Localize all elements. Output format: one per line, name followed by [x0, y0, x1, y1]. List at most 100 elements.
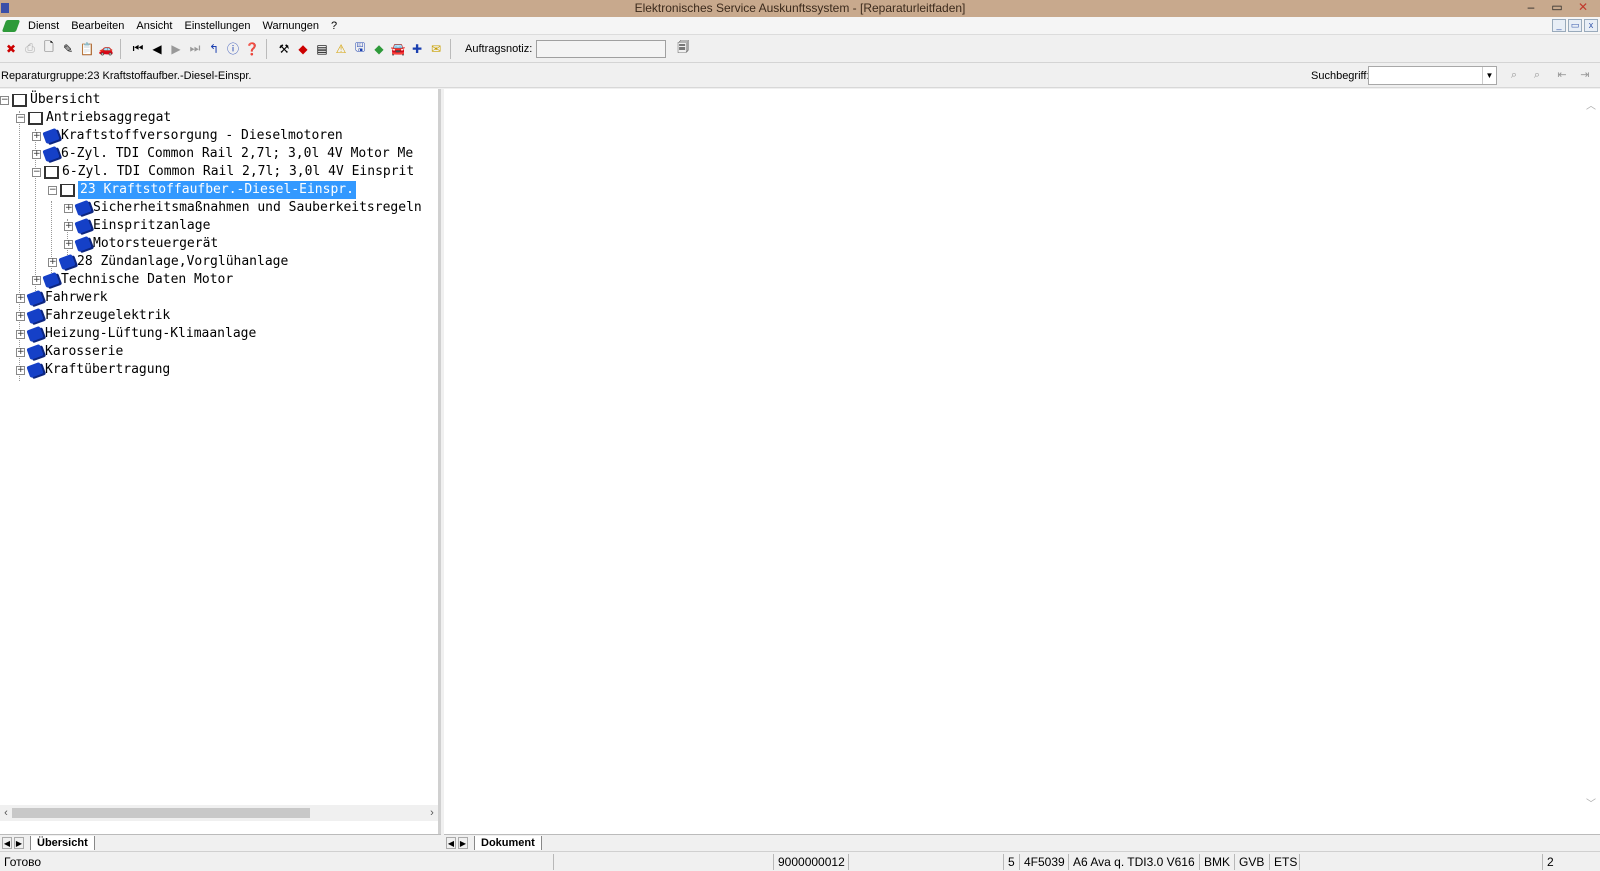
menu-ansicht[interactable]: Ansicht [130, 20, 178, 32]
collapse-icon[interactable]: ⇤ [1553, 66, 1571, 85]
app-icon[interactable] [1, 3, 9, 13]
restore-button[interactable]: ▭ [1544, 0, 1570, 17]
clipboard-icon[interactable]: 📋 [78, 40, 96, 58]
scroll-right-icon[interactable]: › [426, 805, 438, 821]
tree-node[interactable]: + 6-Zyl. TDI Common Rail 2,7l; 3,0l 4V M… [32, 145, 413, 163]
collapse-icon[interactable]: − [16, 113, 25, 123]
expand-icon[interactable]: + [16, 329, 25, 339]
expand-icon[interactable]: + [16, 347, 25, 357]
tree-node[interactable]: + Fahrwerk [16, 289, 108, 307]
search-input[interactable]: ▼ [1368, 66, 1497, 85]
tab-next-icon[interactable]: ▶ [14, 836, 24, 849]
tree-node-label[interactable]: Kraftstoffversorgung - Dieselmotoren [61, 127, 343, 145]
help-icon[interactable]: ❓ [243, 40, 261, 58]
save-icon[interactable]: 🖫 [351, 40, 369, 58]
tab-prev-icon[interactable]: ◀ [2, 836, 12, 849]
tree-node-label[interactable]: Technische Daten Motor [61, 271, 233, 289]
mdi-restore-button[interactable]: ▭ [1568, 19, 1582, 32]
menu-dienst[interactable]: Dienst [22, 20, 65, 32]
scroll-left-icon[interactable]: ‹ [0, 805, 12, 821]
back-icon[interactable]: ↰ [205, 40, 223, 58]
tree-node-selected[interactable]: − 23 Kraftstoffaufber.-Diesel-Einspr. [48, 181, 356, 199]
order-note-input[interactable] [536, 39, 667, 58]
tree-node[interactable]: − Antriebsaggregat [16, 109, 171, 127]
note-icon[interactable]: ✉ [427, 40, 445, 58]
expand-icon[interactable]: + [16, 293, 25, 303]
tree-node-label[interactable]: 6-Zyl. TDI Common Rail 2,7l; 3,0l 4V Ein… [62, 163, 414, 181]
expand-icon[interactable]: ⇥ [1576, 66, 1594, 85]
tree-node-label[interactable]: Sicherheitsmaßnahmen und Sauberkeitsrege… [93, 199, 422, 217]
tree-node[interactable]: + Sicherheitsmaßnahmen und Sauberkeitsre… [64, 199, 422, 217]
tree-node-label[interactable]: Kraftübertragung [45, 361, 170, 379]
warning-icon[interactable]: ⚠ [332, 40, 350, 58]
tree-node[interactable]: + Technische Daten Motor [32, 271, 233, 289]
tree-node[interactable]: + Fahrzeugelektrik [16, 307, 170, 325]
close-button[interactable]: ✕ [1570, 0, 1596, 17]
vertical-scrollbar[interactable]: ︿ ﹀ [1583, 89, 1600, 834]
menu-bearbeiten[interactable]: Bearbeiten [65, 20, 130, 32]
expand-icon[interactable]: + [32, 149, 41, 159]
scrollbar-thumb[interactable] [12, 808, 310, 818]
collapse-icon[interactable]: − [0, 95, 9, 105]
edit-icon[interactable]: ✎ [59, 40, 77, 58]
new-document-icon[interactable]: 🗋 [40, 40, 58, 58]
minimize-button[interactable]: – [1518, 0, 1544, 17]
tree-node[interactable]: − 6-Zyl. TDI Common Rail 2,7l; 3,0l 4V E… [32, 163, 414, 181]
mdi-minimize-button[interactable]: _ [1552, 19, 1566, 32]
next-icon[interactable]: ▶ [167, 40, 185, 58]
collapse-icon[interactable]: − [32, 167, 41, 177]
tree-node-label[interactable]: Fahrzeugelektrik [45, 307, 170, 325]
collapse-icon[interactable]: − [48, 185, 57, 195]
document-pane[interactable]: ︿ ﹀ [444, 89, 1600, 834]
expand-icon[interactable]: + [16, 365, 25, 375]
exit-icon[interactable]: ✖ [2, 40, 20, 58]
tree-node[interactable]: − Übersicht [0, 91, 100, 109]
repair-guide-icon[interactable]: ◆ [294, 40, 312, 58]
tree-node-label[interactable]: Einspritzanlage [93, 217, 210, 235]
tab-uebersicht[interactable]: Übersicht [30, 835, 95, 850]
expand-icon[interactable]: + [32, 275, 41, 285]
order-note-button[interactable]: 🗐 [674, 40, 692, 58]
menu-einstellungen[interactable]: Einstellungen [178, 20, 256, 32]
document-icon[interactable] [1, 19, 21, 32]
tools-icon[interactable]: ⚒ [275, 40, 293, 58]
tab-next-icon[interactable]: ▶ [458, 836, 468, 849]
tree-node-label[interactable]: 6-Zyl. TDI Common Rail 2,7l; 3,0l 4V Mot… [61, 145, 413, 163]
tree-node-label[interactable]: Motorsteuergerät [93, 235, 218, 253]
tab-dokument[interactable]: Dokument [474, 835, 542, 850]
mdi-close-button[interactable]: x [1584, 19, 1598, 32]
horizontal-scrollbar[interactable]: ‹ › [0, 805, 438, 821]
tree-node-label[interactable]: Übersicht [30, 91, 100, 109]
tree-node[interactable]: + 28 Zündanlage,Vorglühanlage [48, 253, 288, 271]
menu-warnungen[interactable]: Warnungen [257, 20, 325, 32]
last-icon[interactable]: ⏭ [186, 40, 204, 58]
previous-icon[interactable]: ◀ [148, 40, 166, 58]
menu-help[interactable]: ? [325, 20, 343, 32]
search-next-icon[interactable]: ⌕ [1528, 66, 1546, 85]
green-book-icon[interactable]: ◆ [370, 40, 388, 58]
search-icon[interactable]: ⌕ [1505, 66, 1523, 85]
expand-icon[interactable]: + [32, 131, 41, 141]
expand-icon[interactable]: + [64, 221, 73, 231]
tree-node-label[interactable]: 23 Kraftstoffaufber.-Diesel-Einspr. [78, 181, 356, 199]
info-icon[interactable]: ⓘ [224, 40, 242, 58]
tree-node[interactable]: + Kraftstoffversorgung - Dieselmotoren [32, 127, 343, 145]
car-icon[interactable]: 🚘 [389, 40, 407, 58]
tree-node-label[interactable]: Karosserie [45, 343, 123, 361]
tree-node-label[interactable]: 28 Zündanlage,Vorglühanlage [77, 253, 288, 271]
expand-icon[interactable]: + [64, 239, 73, 249]
tree-node[interactable]: + Motorsteuergerät [64, 235, 218, 253]
tree-node[interactable]: + Karosserie [16, 343, 123, 361]
first-icon[interactable]: ⏮ [129, 40, 147, 58]
list-icon[interactable]: ▤ [313, 40, 331, 58]
diagnosis-icon[interactable]: ✚ [408, 40, 426, 58]
print-disabled-icon[interactable]: ⎙ [21, 40, 39, 58]
tree-node-label[interactable]: Fahrwerk [45, 289, 108, 307]
expand-icon[interactable]: + [64, 203, 73, 213]
scroll-up-icon[interactable]: ︿ [1586, 97, 1596, 112]
tree-node[interactable]: + Heizung-Lüftung-Klimaanlage [16, 325, 256, 343]
chevron-down-icon[interactable]: ▼ [1482, 67, 1496, 84]
expand-icon[interactable]: + [48, 257, 57, 267]
tab-prev-icon[interactable]: ◀ [446, 836, 456, 849]
tree-node-label[interactable]: Heizung-Lüftung-Klimaanlage [45, 325, 256, 343]
